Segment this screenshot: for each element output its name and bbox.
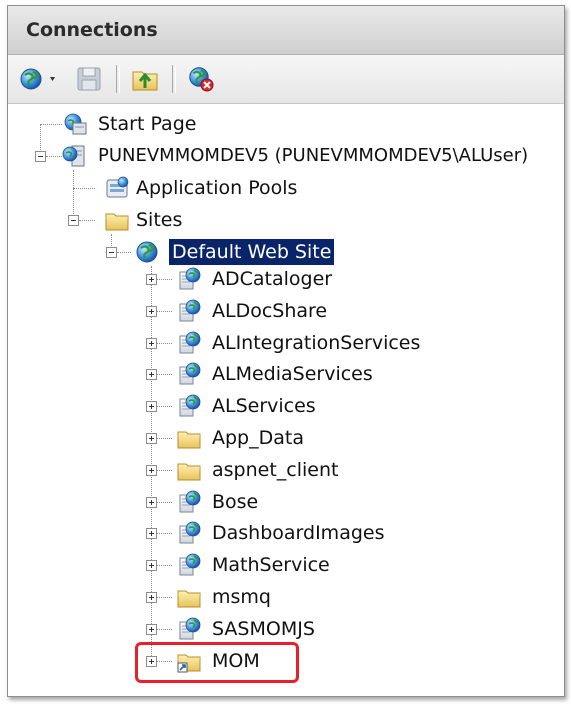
expand-toggle[interactable] <box>146 592 157 603</box>
expand-toggle[interactable] <box>146 560 157 571</box>
up-folder-icon <box>132 71 158 91</box>
tree-node-app-data[interactable]: App_Data <box>212 425 304 451</box>
connections-panel: Connections Start Page PUNEVMMOMDEV5 (PU… <box>7 5 565 697</box>
mom-highlight-box <box>135 642 299 683</box>
tree-node-alservices[interactable]: ALServices <box>212 393 316 419</box>
collapse-toggle[interactable] <box>68 215 79 226</box>
chevron-down-icon <box>50 77 55 81</box>
tree-node-application-pools[interactable]: Application Pools <box>136 175 297 201</box>
expand-toggle[interactable] <box>146 306 157 317</box>
tree-node-alintegrationservices[interactable]: ALIntegrationServices <box>212 330 420 356</box>
application-icon <box>179 267 201 290</box>
application-icon <box>179 362 201 385</box>
expand-toggle[interactable] <box>146 433 157 444</box>
tree-line <box>156 533 172 534</box>
tree-node-adcataloger[interactable]: ADCataloger <box>212 266 332 292</box>
tree-line <box>40 124 62 125</box>
tree-node-dashboardimages[interactable]: DashboardImages <box>212 520 384 546</box>
collapse-toggle[interactable] <box>35 151 46 162</box>
tree-node-aspnet-client[interactable]: aspnet_client <box>212 457 338 483</box>
tree-node-sites[interactable]: Sites <box>136 207 182 233</box>
expand-toggle[interactable] <box>146 497 157 508</box>
disconnect-icon <box>188 66 214 92</box>
save-connections-button[interactable] <box>74 64 104 94</box>
panel-title: Connections <box>26 19 158 41</box>
tree-node-bose[interactable]: Bose <box>212 489 258 515</box>
create-connection-button[interactable] <box>18 64 62 94</box>
folder-icon <box>177 590 201 608</box>
application-icon <box>179 521 201 544</box>
expand-toggle[interactable] <box>146 274 157 285</box>
tree-node-start-page[interactable]: Start Page <box>98 111 196 137</box>
tree-line <box>156 565 172 566</box>
application-icon <box>179 490 201 513</box>
tree-line <box>79 220 95 221</box>
folder-icon <box>177 463 201 481</box>
website-globe-icon <box>135 240 159 264</box>
tree-line <box>46 156 62 157</box>
panel-header: Connections <box>8 6 564 55</box>
tree-line <box>156 438 172 439</box>
tree-node-msmq[interactable]: msmq <box>212 584 271 610</box>
tree-line <box>156 343 172 344</box>
toolbar-separator <box>172 65 176 93</box>
tree-line <box>156 629 172 630</box>
tree-line <box>156 597 172 598</box>
tree-line <box>117 252 131 253</box>
server-icon <box>62 145 85 167</box>
tree-line <box>156 470 172 471</box>
tree-node-aldocshare[interactable]: ALDocShare <box>212 298 327 324</box>
expand-toggle[interactable] <box>146 401 157 412</box>
tree-node-server[interactable]: PUNEVMMOMDEV5 (PUNEVMMOMDEV5\ALUser) <box>98 143 528 169</box>
tree-line <box>156 374 172 375</box>
application-pools-icon <box>106 176 129 198</box>
tree-line <box>156 279 172 280</box>
start-page-icon <box>64 113 87 135</box>
application-icon <box>179 617 201 640</box>
connections-tree: Start Page PUNEVMMOMDEV5 (PUNEVMMOMDEV5\… <box>8 104 564 696</box>
tree-line <box>156 311 172 312</box>
expand-toggle[interactable] <box>146 338 157 349</box>
folder-icon <box>177 431 201 449</box>
expand-toggle[interactable] <box>146 624 157 635</box>
collapse-toggle[interactable] <box>106 247 117 258</box>
toolbar-separator <box>116 65 120 93</box>
tree-node-mathservice[interactable]: MathService <box>212 552 330 578</box>
globe-connect-icon <box>19 67 55 91</box>
application-icon <box>179 299 201 322</box>
tree-node-sasmomjs[interactable]: SASMOMJS <box>212 616 315 642</box>
application-icon <box>179 331 201 354</box>
connections-toolbar <box>8 55 564 104</box>
tree-line <box>73 188 95 189</box>
tree-line <box>156 502 172 503</box>
application-icon <box>179 553 201 576</box>
tree-node-default-web-site[interactable]: Default Web Site <box>169 239 335 265</box>
tree-node-almediaservices[interactable]: ALMediaServices <box>212 361 373 387</box>
sites-folder-icon <box>105 213 129 231</box>
tree-line <box>156 406 172 407</box>
expand-toggle[interactable] <box>146 465 157 476</box>
expand-toggle[interactable] <box>146 528 157 539</box>
application-icon <box>179 394 201 417</box>
up-button[interactable] <box>130 64 160 94</box>
save-icon <box>77 67 101 91</box>
delete-connection-button[interactable] <box>186 64 216 94</box>
expand-toggle[interactable] <box>146 369 157 380</box>
